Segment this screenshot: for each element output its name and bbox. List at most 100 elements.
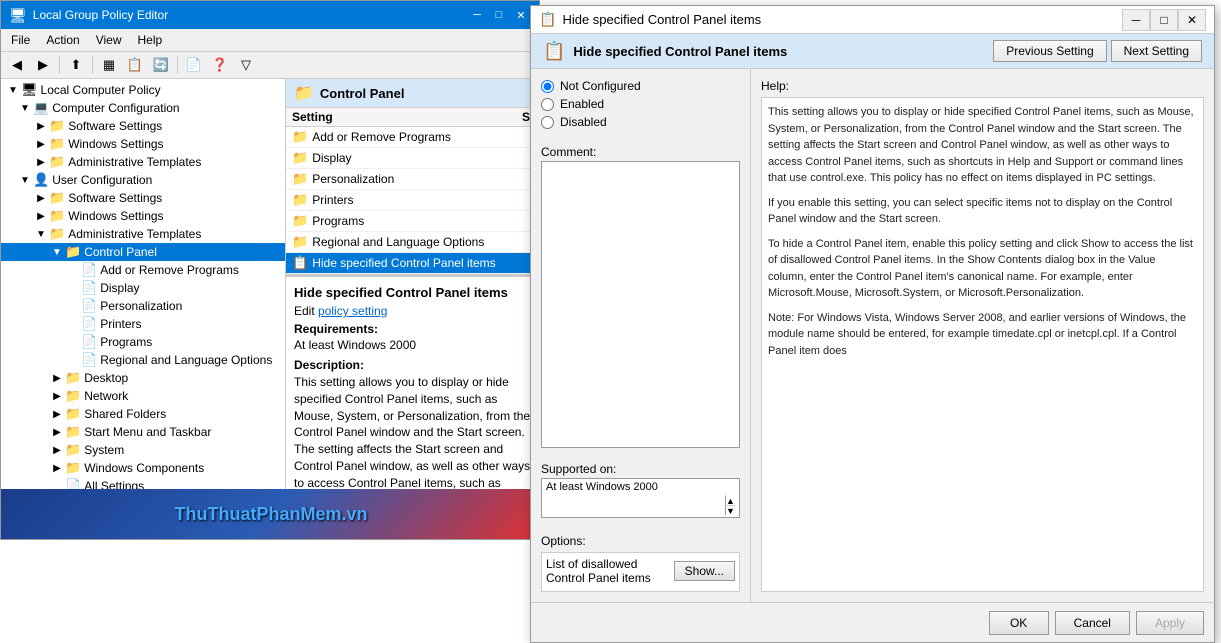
options-content: List of disallowed Control Panel items S… <box>541 552 740 592</box>
toolbar-up[interactable]: ⬆ <box>64 54 88 76</box>
toolbar-back[interactable]: ◀ <box>5 54 29 76</box>
tree-item-sw1[interactable]: ▶ 📁 Software Settings <box>1 117 285 135</box>
radio-not-configured[interactable]: Not Configured <box>541 79 740 93</box>
tree-item-print[interactable]: ▶ 📄 Printers <box>1 315 285 333</box>
tree-icon-sw1: 📁 <box>49 118 65 134</box>
tree-item-desk[interactable]: ▶ 📁 Desktop <box>1 369 285 387</box>
tree-item-at2[interactable]: ▼ 📁 Administrative Templates <box>1 225 285 243</box>
tree-item-disp[interactable]: ▶ 📄 Display <box>1 279 285 297</box>
panel-row-prog[interactable]: 📁 Programs <box>286 211 539 232</box>
tree-item-wc[interactable]: ▶ 📁 Windows Components <box>1 459 285 477</box>
comment-textarea[interactable] <box>541 161 740 448</box>
menu-file[interactable]: File <box>5 31 36 49</box>
next-setting-button[interactable]: Next Setting <box>1111 40 1202 62</box>
tree-toggle-net[interactable]: ▶ <box>49 391 65 402</box>
tree-toggle-sys[interactable]: ▶ <box>49 445 65 456</box>
toolbar-help[interactable]: ❓ <box>208 54 232 76</box>
ok-button[interactable]: OK <box>989 611 1049 635</box>
comment-section: Comment: <box>541 145 740 448</box>
panel-row-icon-arp: 📁 <box>292 129 308 145</box>
tree-toggle-user[interactable]: ▼ <box>17 175 33 186</box>
tree-item-user[interactable]: ▼ 👤 User Configuration <box>1 171 285 189</box>
tree-item-computer[interactable]: ▼ 💻 Computer Configuration <box>1 99 285 117</box>
panel-header-icon: 📁 <box>294 83 314 103</box>
tree-icon-disp: 📄 <box>81 280 97 296</box>
tree-label-sw1: Software Settings <box>68 119 162 133</box>
tree-toggle-smt[interactable]: ▶ <box>49 427 65 438</box>
tree-item-rlo[interactable]: ▶ 📄 Regional and Language Options <box>1 351 285 369</box>
tree-toggle-sw1[interactable]: ▶ <box>33 121 49 132</box>
panel-row-print[interactable]: 📁 Printers <box>286 190 539 211</box>
watermark-bar: ThuThuatPhanMem.vn <box>1 489 541 539</box>
tree-item-cp[interactable]: ▼ 📁 Control Panel <box>1 243 285 261</box>
panel-row-disp[interactable]: 📁 Display <box>286 148 539 169</box>
radio-enabled-input[interactable] <box>541 98 554 111</box>
dialog-close-button[interactable]: ✕ <box>1178 9 1206 31</box>
tree-item-smt[interactable]: ▶ 📁 Start Menu and Taskbar <box>1 423 285 441</box>
tree-toggle-sf[interactable]: ▶ <box>49 409 65 420</box>
radio-disabled[interactable]: Disabled <box>541 115 740 129</box>
panel-row-name-disp: Display <box>312 151 532 165</box>
tree-toggle-at1[interactable]: ▶ <box>33 157 49 168</box>
tree-toggle-computer[interactable]: ▼ <box>17 103 33 114</box>
help-label: Help: <box>761 79 1204 93</box>
tree-toggle-root[interactable]: ▼ <box>5 85 21 96</box>
supported-scroll-down[interactable]: ▼ <box>725 505 735 515</box>
right-desc-edit-link[interactable]: policy setting <box>318 304 387 318</box>
tree-icon-desk: 📁 <box>65 370 81 386</box>
minimize-button[interactable]: ─ <box>467 6 487 24</box>
tree-toggle-at2[interactable]: ▼ <box>33 229 49 240</box>
tree-item-arp[interactable]: ▶ 📄 Add or Remove Programs <box>1 261 285 279</box>
close-button[interactable]: ✕ <box>511 6 531 24</box>
tree-toggle-desk[interactable]: ▶ <box>49 373 65 384</box>
toolbar-forward[interactable]: ▶ <box>31 54 55 76</box>
show-button[interactable]: Show... <box>674 561 735 581</box>
panel-row-name-prog: Programs <box>312 214 532 228</box>
toolbar-refresh[interactable]: 🔄 <box>149 54 173 76</box>
toolbar-new[interactable]: 📄 <box>182 54 206 76</box>
tree-toggle-sw2[interactable]: ▶ <box>33 193 49 204</box>
tree-item-sw2[interactable]: ▶ 📁 Software Settings <box>1 189 285 207</box>
tree-toggle-ws2[interactable]: ▶ <box>33 211 49 222</box>
panel-row-hide[interactable]: 📋 Hide specified Control Panel items <box>286 253 539 274</box>
tree-item-pers[interactable]: ▶ 📄 Personalization <box>1 297 285 315</box>
menu-view[interactable]: View <box>90 31 128 49</box>
maximize-button[interactable]: □ <box>489 6 509 24</box>
dialog-footer: OK Cancel Apply <box>531 602 1214 642</box>
panel-row-name-print: Printers <box>312 193 532 207</box>
panel-row-rlo[interactable]: 📁 Regional and Language Options <box>286 232 539 253</box>
radio-enabled[interactable]: Enabled <box>541 97 740 111</box>
cancel-button[interactable]: Cancel <box>1055 611 1130 635</box>
menu-action[interactable]: Action <box>40 31 85 49</box>
panel-row-arp[interactable]: 📁 Add or Remove Programs <box>286 127 539 148</box>
prev-setting-button[interactable]: Previous Setting <box>993 40 1106 62</box>
radio-disabled-input[interactable] <box>541 116 554 129</box>
supported-scroll-up[interactable]: ▲ <box>725 495 735 505</box>
tree-item-at1[interactable]: ▶ 📁 Administrative Templates <box>1 153 285 171</box>
tree-item-ws2[interactable]: ▶ 📁 Windows Settings <box>1 207 285 225</box>
dialog-title-text: Hide specified Control Panel items <box>562 12 1116 27</box>
panel-row-icon-prog: 📁 <box>292 213 308 229</box>
panel-row-icon-disp: 📁 <box>292 150 308 166</box>
panel-row-pers[interactable]: 📁 Personalization <box>286 169 539 190</box>
radio-not-configured-input[interactable] <box>541 80 554 93</box>
tree-item-sys[interactable]: ▶ 📁 System <box>1 441 285 459</box>
tree-toggle-ws1[interactable]: ▶ <box>33 139 49 150</box>
toolbar: ◀ ▶ ⬆ ▦ 📋 🔄 📄 ❓ ▽ <box>1 52 539 79</box>
toolbar-filter[interactable]: ▽ <box>234 54 258 76</box>
toolbar-show-hide[interactable]: ▦ <box>97 54 121 76</box>
apply-button[interactable]: Apply <box>1136 611 1204 635</box>
tree-item-root[interactable]: ▼ 🖥 Local Computer Policy <box>1 81 285 99</box>
tree-item-prog[interactable]: ▶ 📄 Programs <box>1 333 285 351</box>
toolbar-properties[interactable]: 📋 <box>123 54 147 76</box>
menu-help[interactable]: Help <box>132 31 169 49</box>
tree-item-ws1[interactable]: ▶ 📁 Windows Settings <box>1 135 285 153</box>
dialog-header-title: Hide specified Control Panel items <box>573 44 985 59</box>
tree-icon-root: 🖥 <box>21 82 38 98</box>
dialog-maximize-button[interactable]: □ <box>1150 9 1178 31</box>
dialog-minimize-button[interactable]: ─ <box>1122 9 1150 31</box>
tree-toggle-wc[interactable]: ▶ <box>49 463 65 474</box>
tree-item-sf[interactable]: ▶ 📁 Shared Folders <box>1 405 285 423</box>
tree-toggle-cp[interactable]: ▼ <box>49 247 65 258</box>
tree-item-net[interactable]: ▶ 📁 Network <box>1 387 285 405</box>
